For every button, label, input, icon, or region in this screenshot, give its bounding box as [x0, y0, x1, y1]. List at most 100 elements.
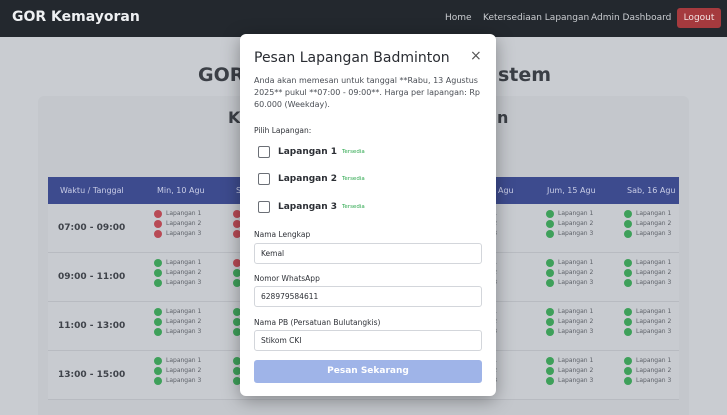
header-time: Waktu / Tanggal [60, 186, 124, 195]
status-dot-icon [624, 219, 632, 228]
slot-label: Lapangan 1 [166, 259, 202, 266]
status-dot-icon [546, 209, 554, 218]
slot-item[interactable]: Lapangan 2 [546, 366, 593, 376]
slot-item[interactable]: Lapangan 1 [546, 209, 593, 219]
court-label: Pilih Lapangan: [254, 126, 312, 135]
slot-label: Lapangan 1 [636, 210, 672, 217]
slot-item[interactable]: Lapangan 1 [624, 258, 671, 268]
header-day-6: Jum, 15 Agu [547, 186, 596, 195]
slot-label: Lapangan 3 [558, 377, 594, 384]
header-day-1: Min, 10 Agu [157, 186, 205, 195]
slot-label: Lapangan 1 [166, 210, 202, 217]
slot-item[interactable]: Lapangan 3 [624, 229, 671, 239]
slot-item[interactable]: Lapangan 2 [546, 317, 593, 327]
slot-item[interactable]: Lapangan 3 [546, 376, 593, 386]
status-dot-icon [154, 376, 162, 385]
brand-logo[interactable]: GOR Kemayoran [12, 9, 140, 25]
status-dot-icon [624, 356, 632, 365]
close-icon[interactable]: × [470, 48, 482, 64]
slot-item[interactable]: Lapangan 3 [624, 278, 671, 288]
slot-item[interactable]: Lapangan 2 [154, 317, 201, 327]
status-dot-icon [624, 307, 632, 316]
slot-label: Lapangan 3 [636, 328, 672, 335]
slot-item[interactable]: Lapangan 2 [154, 268, 201, 278]
slot-label: Lapangan 2 [558, 318, 594, 325]
status-dot-icon [546, 356, 554, 365]
slot-item[interactable]: Lapangan 2 [154, 219, 201, 229]
whatsapp-input[interactable]: 628979584611 [254, 286, 482, 307]
slot-label: Lapangan 2 [166, 318, 202, 325]
submit-button[interactable]: Pesan Sekarang [254, 360, 482, 383]
status-dot-icon [546, 219, 554, 228]
slot-item[interactable]: Lapangan 1 [546, 258, 593, 268]
nav-home[interactable]: Home [445, 13, 472, 23]
slot-label: Lapangan 1 [636, 308, 672, 315]
slot-item[interactable]: Lapangan 2 [154, 366, 201, 376]
nav-availability[interactable]: Ketersediaan Lapangan [483, 13, 589, 23]
slot-item[interactable]: Lapangan 2 [624, 317, 671, 327]
slot-label: Lapangan 2 [636, 318, 672, 325]
status-dot-icon [624, 229, 632, 238]
slot-item[interactable]: Lapangan 3 [154, 327, 201, 337]
header-day-7: Sab, 16 Agu [627, 186, 676, 195]
pb-input[interactable]: Stikom CKI [254, 330, 482, 351]
slot-label: Lapangan 1 [558, 357, 594, 364]
time-slot: 11:00 - 13:00 [58, 321, 126, 331]
slot-item[interactable]: Lapangan 3 [546, 229, 593, 239]
slot-item[interactable]: Lapangan 1 [624, 307, 671, 317]
slot-label: Lapangan 3 [558, 230, 594, 237]
court-3-name: Lapangan 3 [278, 202, 338, 212]
status-dot-icon [154, 366, 162, 375]
slot-label: Lapangan 2 [558, 269, 594, 276]
status-dot-icon [154, 307, 162, 316]
header-day-5: Agu [498, 186, 514, 195]
slot-label: Lapangan 2 [166, 269, 202, 276]
slot-item[interactable]: Lapangan 1 [154, 356, 201, 366]
slot-item[interactable]: Lapangan 1 [546, 307, 593, 317]
name-input[interactable]: Kemal [254, 243, 482, 264]
slot-item[interactable]: Lapangan 3 [546, 278, 593, 288]
court-1-name: Lapangan 1 [278, 147, 338, 157]
court-3-checkbox[interactable] [258, 201, 270, 213]
slot-item[interactable]: Lapangan 3 [624, 376, 671, 386]
slot-item[interactable]: Lapangan 3 [154, 229, 201, 239]
slot-label: Lapangan 2 [558, 220, 594, 227]
status-dot-icon [624, 317, 632, 326]
status-dot-icon [546, 317, 554, 326]
slot-item[interactable]: Lapangan 3 [154, 278, 201, 288]
slot-label: Lapangan 1 [636, 259, 672, 266]
logout-button[interactable]: Logout [677, 8, 721, 28]
slot-item[interactable]: Lapangan 3 [154, 376, 201, 386]
slot-item[interactable]: Lapangan 2 [546, 268, 593, 278]
slot-label: Lapangan 3 [558, 328, 594, 335]
slot-label: Lapangan 1 [166, 357, 202, 364]
status-dot-icon [624, 366, 632, 375]
slot-label: Lapangan 2 [636, 269, 672, 276]
slot-item[interactable]: Lapangan 1 [546, 356, 593, 366]
court-2-status: Tersedia [342, 176, 365, 182]
slot-item[interactable]: Lapangan 1 [624, 356, 671, 366]
status-dot-icon [624, 258, 632, 267]
slot-item[interactable]: Lapangan 1 [154, 258, 201, 268]
slot-item[interactable]: Lapangan 3 [624, 327, 671, 337]
status-dot-icon [546, 268, 554, 277]
status-dot-icon [154, 268, 162, 277]
page-title-right: stem [498, 64, 552, 86]
slot-item[interactable]: Lapangan 1 [154, 307, 201, 317]
slot-item[interactable]: Lapangan 2 [624, 366, 671, 376]
court-2-checkbox[interactable] [258, 173, 270, 185]
slot-label: Lapangan 3 [166, 377, 202, 384]
slot-item[interactable]: Lapangan 2 [624, 268, 671, 278]
status-dot-icon [624, 327, 632, 336]
slot-item[interactable]: Lapangan 1 [154, 209, 201, 219]
status-dot-icon [154, 209, 162, 218]
slot-item[interactable]: Lapangan 2 [624, 219, 671, 229]
slot-item[interactable]: Lapangan 1 [624, 209, 671, 219]
nav-admin-dashboard[interactable]: Admin Dashboard [591, 13, 671, 23]
slot-item[interactable]: Lapangan 3 [546, 327, 593, 337]
status-dot-icon [154, 278, 162, 287]
slot-label: Lapangan 3 [166, 230, 202, 237]
court-1-checkbox[interactable] [258, 146, 270, 158]
slot-item[interactable]: Lapangan 2 [546, 219, 593, 229]
time-slot: 07:00 - 09:00 [58, 223, 126, 233]
